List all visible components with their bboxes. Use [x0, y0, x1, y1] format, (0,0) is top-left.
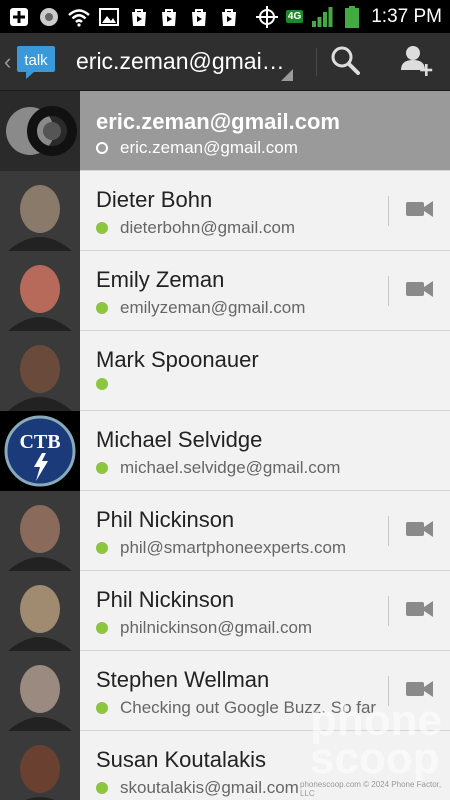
contact-name: Phil Nickinson: [96, 587, 235, 612]
video-chat-button[interactable]: [400, 275, 440, 307]
self-status: eric.zeman@gmail.com: [96, 138, 386, 158]
add-person-icon: [400, 44, 434, 81]
presence-online-icon: [96, 702, 108, 714]
phonescoop-watermark: phone scoop: [310, 696, 442, 783]
contact-status: [96, 378, 386, 390]
contact-row[interactable]: Dieter Bohn dieterbohn@gmail.com: [0, 171, 450, 251]
avatar: [0, 491, 80, 571]
avatar: [0, 91, 80, 171]
status-text: emilyzeman@gmail.com: [120, 298, 306, 317]
presence-online-icon: [96, 542, 108, 554]
search-button[interactable]: [315, 33, 375, 91]
action-bar: ‹ talk eric.zeman@gmai…: [0, 33, 450, 91]
svg-text:talk: talk: [24, 52, 48, 69]
contact-name: Susan Koutalakis: [96, 747, 266, 772]
plus-icon: [8, 6, 30, 28]
play-store-icon: [218, 6, 240, 28]
account-selector[interactable]: eric.zeman@gmai…: [76, 48, 285, 75]
video-camera-icon: [406, 200, 434, 223]
video-camera-icon: [406, 600, 434, 623]
status-text: skoutalakis@gmail.com: [120, 778, 299, 797]
avatar: [0, 331, 80, 411]
presence-online-icon: [96, 462, 108, 474]
battery-icon: [341, 5, 363, 28]
status-text: eric.zeman@gmail.com: [120, 138, 298, 157]
contact-status: dieterbohn@gmail.com: [96, 218, 386, 238]
status-text: dieterbohn@gmail.com: [120, 218, 296, 237]
avatar: [0, 731, 80, 800]
talk-logo-icon[interactable]: talk: [16, 42, 56, 82]
avatar: [0, 171, 80, 251]
wifi-icon: [68, 6, 90, 28]
presence-online-icon: [96, 378, 108, 390]
contact-row[interactable]: Mark Spoonauer: [0, 331, 450, 411]
divider: [388, 276, 389, 306]
svg-text:CTB: CTB: [19, 431, 60, 453]
contact-row[interactable]: Phil Nickinson phil@smartphoneexperts.com: [0, 491, 450, 571]
contact-status: philnickinson@gmail.com: [96, 618, 386, 638]
contact-name: Emily Zeman: [96, 267, 225, 292]
contact-row[interactable]: Emily Zeman emilyzeman@gmail.com: [0, 251, 450, 331]
video-chat-button[interactable]: [400, 195, 440, 227]
network-type-badge: 4G: [285, 10, 304, 23]
presence-online-icon: [96, 302, 108, 314]
presence-online-icon: [96, 782, 108, 794]
self-row[interactable]: eric.zeman@gmail.com eric.zeman@gmail.co…: [0, 91, 450, 171]
play-store-icon: [188, 6, 210, 28]
contact-status: phil@smartphoneexperts.com: [96, 538, 386, 558]
contact-name: Dieter Bohn: [96, 187, 213, 212]
contact-row[interactable]: Phil Nickinson philnickinson@gmail.com: [0, 571, 450, 651]
contact-name: Phil Nickinson: [96, 507, 235, 532]
add-friend-button[interactable]: [387, 33, 447, 91]
contact-status: emilyzeman@gmail.com: [96, 298, 386, 318]
contact-name: Mark Spoonauer: [96, 347, 259, 372]
divider: [388, 196, 389, 226]
status-text: phil@smartphoneexperts.com: [120, 538, 347, 557]
search-icon: [330, 45, 360, 80]
video-chat-button[interactable]: [400, 595, 440, 627]
status-text: michael.selvidge@gmail.com: [120, 458, 341, 477]
video-chat-button[interactable]: [400, 515, 440, 547]
dropdown-triangle-icon: [281, 69, 293, 81]
avatar: CTB: [0, 411, 80, 491]
status-bar: 4G 1:37 PM: [0, 0, 450, 33]
play-store-icon: [128, 6, 150, 28]
contact-name: Michael Selvidge: [96, 427, 263, 452]
video-camera-icon: [406, 520, 434, 543]
avatar: [0, 571, 80, 651]
presence-online-icon: [96, 622, 108, 634]
sync-icon: [38, 6, 60, 28]
video-camera-icon: [406, 280, 434, 303]
image-icon: [98, 6, 120, 28]
signal-icon: [311, 6, 333, 28]
presence-online-icon: [96, 222, 108, 234]
avatar: [0, 651, 80, 731]
gps-icon: [255, 5, 278, 28]
contact-name: Stephen Wellman: [96, 667, 270, 692]
self-name: eric.zeman@gmail.com: [96, 109, 340, 134]
status-text: philnickinson@gmail.com: [120, 618, 313, 637]
play-store-icon: [158, 6, 180, 28]
divider: [388, 596, 389, 626]
footer-credit: phonescoop.com © 2024 Phone Factor, LLC: [300, 780, 442, 798]
contact-list: eric.zeman@gmail.com eric.zeman@gmail.co…: [0, 91, 450, 800]
divider: [388, 516, 389, 546]
clock: 1:37 PM: [371, 5, 442, 27]
contact-status: michael.selvidge@gmail.com: [96, 458, 386, 478]
contact-row[interactable]: CTB Michael Selvidge michael.selvidge@gmai…: [0, 411, 450, 491]
presence-offline-icon: [96, 142, 108, 154]
avatar: [0, 251, 80, 331]
up-caret-icon[interactable]: ‹: [4, 49, 14, 75]
